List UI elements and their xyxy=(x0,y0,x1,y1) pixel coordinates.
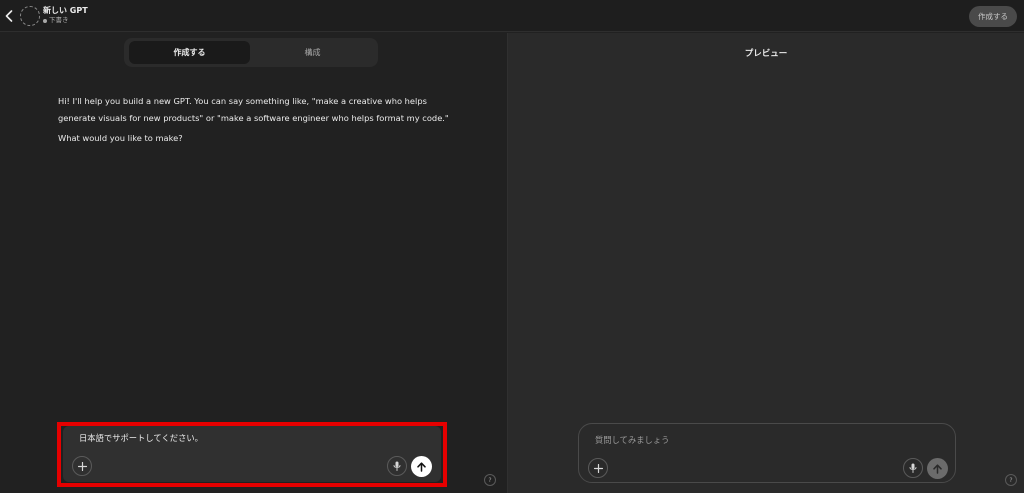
status-dot-icon xyxy=(43,18,47,23)
gpt-status-label: 下書き xyxy=(49,16,69,24)
send-button[interactable] xyxy=(927,458,948,479)
message-paragraph: What would you like to make? xyxy=(58,133,183,143)
top-bar: 新しい GPT 下書き 作成する xyxy=(0,0,1024,32)
gpt-status: 下書き xyxy=(43,16,69,25)
back-button[interactable] xyxy=(2,7,16,25)
preview-title: プレビュー xyxy=(744,49,788,59)
attach-button[interactable] xyxy=(588,458,608,478)
builder-panel: 作成する 構成 Hi! I'll help you build a new GP… xyxy=(0,33,507,493)
tab-create[interactable]: 作成する xyxy=(129,41,250,64)
voice-input-button[interactable] xyxy=(903,458,923,478)
create-button[interactable]: 作成する xyxy=(969,6,1017,27)
gpt-avatar-placeholder[interactable] xyxy=(20,6,40,26)
assistant-message: Hi! I'll help you build a new GPT. You c… xyxy=(58,93,458,151)
highlight-annotation xyxy=(57,422,447,487)
microphone-icon xyxy=(909,463,917,473)
gpt-name: 新しい GPT xyxy=(43,6,88,15)
help-button[interactable]: ? xyxy=(484,474,496,486)
mode-tab-switch: 作成する 構成 xyxy=(124,38,378,67)
chevron-left-icon xyxy=(5,10,13,22)
preview-message-input[interactable]: 質問してみましょう xyxy=(595,434,669,446)
tab-configure[interactable]: 構成 xyxy=(252,41,373,64)
preview-composer: 質問してみましょう xyxy=(578,423,956,483)
preview-panel: プレビュー 質問してみましょう ? xyxy=(508,33,1024,493)
message-paragraph: Hi! I'll help you build a new GPT. You c… xyxy=(58,96,449,123)
plus-icon xyxy=(593,463,603,473)
arrow-up-icon xyxy=(933,463,942,474)
help-button[interactable]: ? xyxy=(1005,474,1017,486)
